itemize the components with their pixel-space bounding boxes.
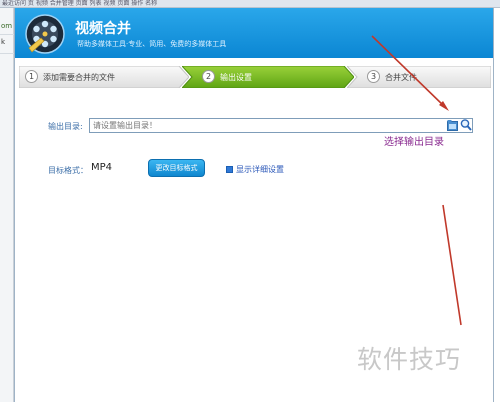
app-subtitle: 帮助多媒体工具·专业、简用、免费的多媒体工具 — [77, 40, 227, 48]
app-header: 视频合并 帮助多媒体工具·专业、简用、免费的多媒体工具 — [15, 8, 493, 58]
output-dir-input[interactable] — [89, 118, 473, 133]
divider — [0, 34, 14, 35]
target-format-value: MP4 — [91, 162, 113, 173]
change-format-button[interactable]: 更改目标格式 — [148, 159, 205, 177]
background-fragment: k — [1, 38, 6, 46]
step-add-files[interactable]: 1 添加需要合并的文件 — [19, 66, 189, 88]
screenshot: 最近访问 页 视频 合并管理 页面 列表 视频 页面 操作 名称 om k 视频… — [0, 0, 500, 402]
target-format-label: 目标格式： — [48, 166, 88, 175]
background-fragment: om — [1, 22, 13, 30]
background-window-titlebar: 最近访问 页 视频 合并管理 页面 列表 视频 页面 操作 名称 — [0, 0, 500, 8]
step-label: 添加需要合并的文件 — [43, 73, 115, 82]
watermark: 软件技巧 — [357, 345, 462, 374]
divider — [0, 53, 14, 54]
app-title: 视频合并 — [75, 21, 131, 37]
background-window-text: 最近访问 页 视频 合并管理 页面 列表 视频 页面 操作 名称 — [2, 0, 158, 7]
step-number: 3 — [367, 70, 380, 83]
folder-icon[interactable] — [447, 119, 458, 132]
settings-grid-icon — [226, 166, 233, 173]
step-label: 输出设置 — [220, 73, 252, 82]
wizard-steps: 1 添加需要合并的文件 2 输出设置 3 合并文件 — [19, 66, 491, 88]
film-reel-icon — [25, 14, 65, 54]
step-number: 1 — [25, 70, 38, 83]
output-dir-label: 输出目录: — [48, 122, 83, 131]
annotation-hint: 选择输出目录 — [384, 137, 444, 148]
background-window-sidebar: om k — [0, 8, 14, 402]
step-number: 2 — [202, 70, 215, 83]
step-merge-files[interactable]: 3 合并文件 — [347, 66, 491, 88]
search-icon[interactable] — [460, 118, 472, 132]
show-details-link[interactable]: 显示详细设置 — [226, 164, 284, 175]
step-output-settings[interactable]: 2 输出设置 — [182, 66, 354, 88]
step-label: 合并文件 — [385, 73, 417, 82]
show-details-label: 显示详细设置 — [236, 165, 284, 174]
